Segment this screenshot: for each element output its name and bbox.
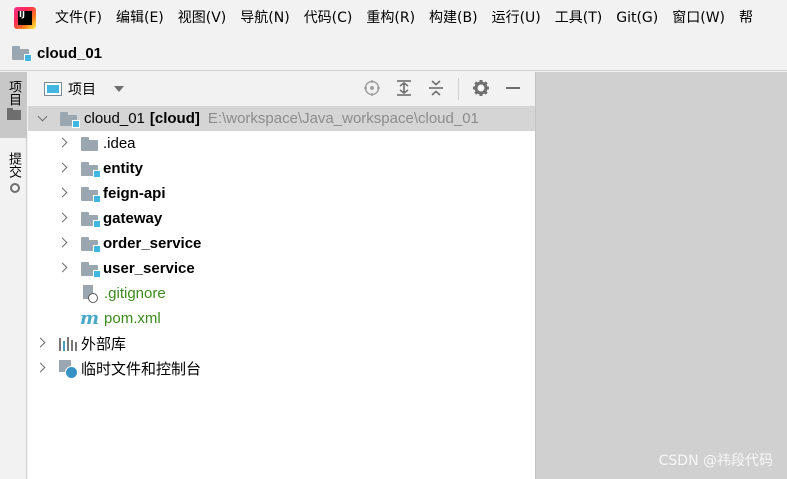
tree-item-order-service[interactable]: order_service	[28, 231, 535, 256]
chevron-right-icon[interactable]	[59, 139, 67, 147]
left-tool-strip: 项目 提交	[0, 72, 27, 479]
project-panel: 项目 cloud_01 [cloud] E:\workspace\Java_wo…	[28, 72, 535, 479]
tree-item-entity[interactable]: entity	[28, 156, 535, 181]
root-module-name: [cloud]	[149, 110, 200, 127]
editor-area: CSDN @祎段代码	[535, 72, 787, 479]
expand-all-icon[interactable]	[394, 79, 414, 99]
chevron-right-icon[interactable]	[59, 239, 67, 247]
watermark: CSDN @祎段代码	[658, 453, 773, 469]
menu-tools[interactable]: 工具(T)	[548, 0, 609, 36]
navigation-bar: cloud_01	[0, 36, 787, 71]
module-folder-icon	[12, 46, 32, 62]
menu-edit[interactable]: 编辑(E)	[109, 0, 171, 36]
tab-commit[interactable]: 提交	[0, 148, 27, 208]
menu-navigate[interactable]: 导航(N)	[233, 0, 296, 36]
tree-root-row[interactable]: cloud_01 [cloud] E:\workspace\Java_works…	[28, 106, 535, 131]
menu-help[interactable]: 帮	[732, 0, 760, 36]
tree-item-scratches[interactable]: 临时文件和控制台	[28, 356, 535, 381]
chevron-right-icon[interactable]	[59, 214, 67, 222]
chevron-right-icon[interactable]	[59, 264, 67, 272]
menu-build[interactable]: 构建(B)	[422, 0, 485, 36]
module-folder-icon	[81, 236, 101, 253]
library-icon	[59, 336, 77, 351]
panel-toolbar	[350, 72, 523, 106]
toolbar-divider	[458, 78, 459, 100]
tree-item-label: .gitignore	[104, 285, 166, 302]
tab-commit-label: 提交	[6, 152, 21, 178]
project-tree: cloud_01 [cloud] E:\workspace\Java_works…	[28, 106, 535, 381]
tree-item-pom[interactable]: m pom.xml	[28, 306, 535, 331]
folder-icon	[6, 108, 21, 120]
root-name: cloud_01	[84, 110, 145, 127]
tree-item-label: pom.xml	[104, 310, 161, 327]
project-view-icon	[44, 82, 62, 96]
menu-bar: IJ 文件(F) 编辑(E) 视图(V) 导航(N) 代码(C) 重构(R) 构…	[0, 0, 787, 36]
panel-title[interactable]: 项目	[68, 79, 96, 99]
scratches-icon	[59, 359, 78, 379]
collapse-all-icon[interactable]	[426, 79, 446, 99]
module-folder-icon	[60, 111, 80, 128]
project-panel-header: 项目	[28, 72, 535, 106]
menu-view[interactable]: 视图(V)	[171, 0, 234, 36]
maven-icon: m	[80, 307, 100, 329]
tree-item-label: order_service	[103, 235, 202, 252]
chevron-right-icon[interactable]	[59, 189, 67, 197]
ignored-file-icon	[82, 285, 98, 303]
menu-code[interactable]: 代码(C)	[297, 0, 360, 36]
tree-item-label: feign-api	[103, 185, 166, 202]
tree-item-external-libraries[interactable]: 外部库	[28, 331, 535, 356]
module-folder-icon	[81, 261, 101, 278]
chevron-down-icon[interactable]	[114, 86, 124, 92]
tree-item-label: 外部库	[81, 336, 127, 353]
tree-item-gateway[interactable]: gateway	[28, 206, 535, 231]
menu-git[interactable]: Git(G)	[609, 0, 665, 36]
module-folder-icon	[81, 186, 101, 203]
tree-item-label: .idea	[103, 135, 136, 152]
commit-icon	[6, 180, 21, 194]
module-folder-icon	[81, 211, 101, 228]
module-folder-icon	[81, 161, 101, 178]
minimize-icon[interactable]	[503, 79, 523, 99]
chevron-down-icon[interactable]	[39, 115, 47, 123]
breadcrumb-project[interactable]: cloud_01	[37, 45, 102, 62]
intellij-idea-icon[interactable]: IJ	[14, 7, 36, 29]
tab-project[interactable]: 项目	[0, 72, 27, 138]
chevron-right-icon[interactable]	[37, 364, 45, 372]
tree-item-label: 临时文件和控制台	[81, 361, 202, 378]
menu-refactor[interactable]: 重构(R)	[359, 0, 422, 36]
locate-icon[interactable]	[362, 79, 382, 99]
menu-run[interactable]: 运行(U)	[485, 0, 548, 36]
tree-item-idea[interactable]: .idea	[28, 131, 535, 156]
menu-file[interactable]: 文件(F)	[53, 0, 109, 36]
tree-item-label: entity	[103, 160, 144, 177]
gear-icon[interactable]	[471, 79, 491, 99]
tree-item-feign-api[interactable]: feign-api	[28, 181, 535, 206]
folder-icon	[81, 136, 99, 151]
tab-project-label: 项目	[6, 80, 21, 106]
tree-item-label: gateway	[103, 210, 163, 227]
chevron-right-icon[interactable]	[37, 339, 45, 347]
tree-item-user-service[interactable]: user_service	[28, 256, 535, 281]
root-path: E:\workspace\Java_workspace\cloud_01	[207, 110, 479, 127]
tree-item-label: user_service	[103, 260, 195, 277]
menu-window[interactable]: 窗口(W)	[665, 0, 732, 36]
chevron-right-icon[interactable]	[59, 164, 67, 172]
tree-item-gitignore[interactable]: .gitignore	[28, 281, 535, 306]
